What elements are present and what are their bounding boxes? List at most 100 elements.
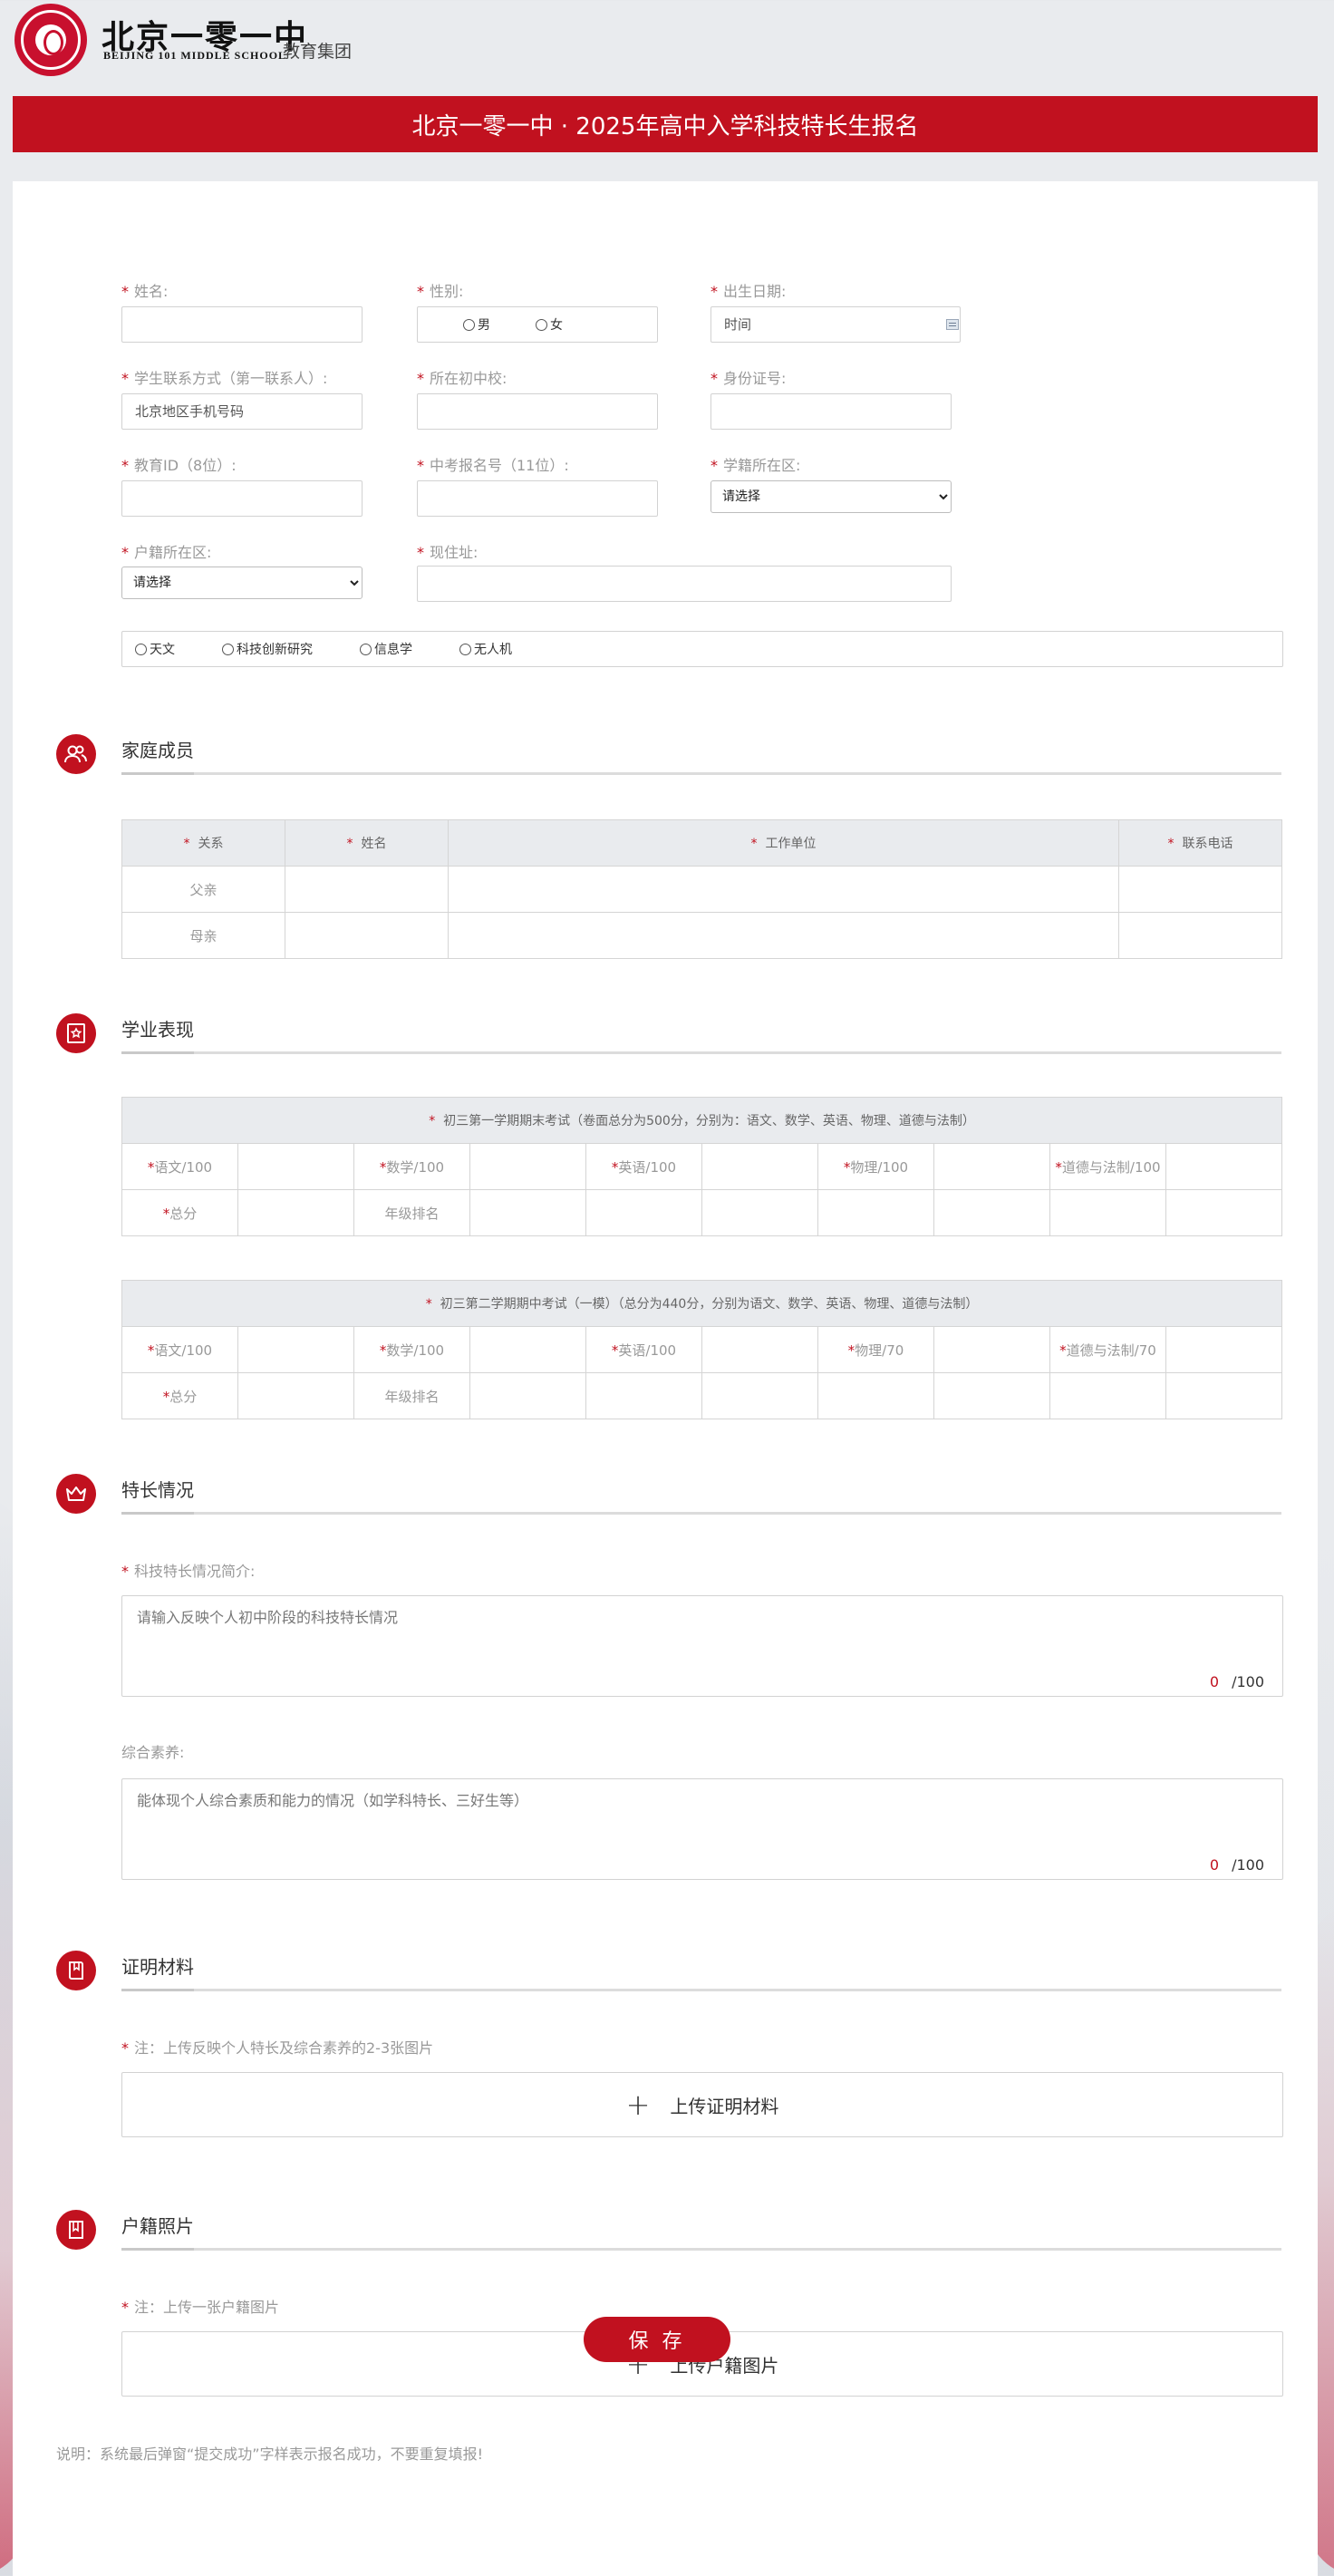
exam-number-label: * 中考报名号（11位）:	[417, 457, 569, 474]
exam2-total-label: *总分	[121, 1372, 238, 1419]
exam2-table: * 初三第二学期期中考试（一模）（总分为440分，分别为语文、数学、英语、物理、…	[121, 1280, 1283, 1419]
family-header-name: * 姓名	[285, 819, 449, 867]
family-table-header: * 关系 * 姓名 * 工作单位 * 联系电话	[121, 819, 1282, 867]
academic-section-divider	[121, 1051, 1281, 1054]
household-section-title: 户籍照片	[121, 2215, 194, 2237]
phone-input[interactable]	[121, 393, 362, 430]
footer-note: 说明：系统最后弹窗“提交成功”字样表示报名成功，不要重复填报!	[56, 2445, 483, 2463]
family-mother-work-cell[interactable]	[448, 912, 1119, 959]
table-row: *总分 年级排名	[121, 1372, 1283, 1419]
family-father-work-cell[interactable]	[448, 866, 1119, 913]
exam-number-input[interactable]	[417, 480, 658, 517]
family-section-title: 家庭成员	[121, 740, 194, 761]
quality-counter: 0/100	[1209, 1856, 1264, 1874]
plus-icon: +	[625, 2087, 651, 2122]
exam1-subject-morality: *道德与法制/100	[1049, 1143, 1166, 1190]
upload-proof-label: 上传证明材料	[670, 2095, 779, 2117]
family-header-relation: * 关系	[121, 819, 285, 867]
family-header-phone: * 联系电话	[1118, 819, 1282, 867]
exam1-physics-score[interactable]	[933, 1143, 1050, 1190]
table-row: *总分 年级排名	[121, 1189, 1283, 1236]
family-father-phone-cell[interactable]	[1118, 866, 1282, 913]
household-district-label: * 户籍所在区:	[121, 544, 212, 561]
family-father-name-cell[interactable]	[285, 866, 449, 913]
school-input[interactable]	[417, 393, 658, 430]
exam2-subject-math: *数学/100	[353, 1326, 470, 1373]
exam2-subject-physics: *物理/70	[817, 1326, 934, 1373]
address-input[interactable]	[417, 566, 952, 602]
family-relation-father: 父亲	[121, 866, 285, 913]
exam2-chinese-score[interactable]	[237, 1326, 354, 1373]
exam1-table: * 初三第一学期期末考试（卷面总分为500分，分别为：语文、数学、英语、物理、道…	[121, 1097, 1283, 1236]
gender-label: * 性别:	[417, 283, 464, 300]
edu-id-input[interactable]	[121, 480, 362, 517]
talent-section-divider	[121, 1512, 1281, 1515]
exam1-subject-english: *英语/100	[585, 1143, 702, 1190]
birth-date-input[interactable]	[710, 306, 961, 343]
top-header: 北京一零一中 BEIJING 101 MIDDLE SCHOOL 教育集团	[0, 0, 1334, 94]
interest-radio-group: 天文 科技创新研究 信息学 无人机	[121, 631, 1283, 667]
family-mother-name-cell[interactable]	[285, 912, 449, 959]
exam2-physics-score[interactable]	[933, 1326, 1050, 1373]
exam2-math-score[interactable]	[469, 1326, 586, 1373]
quality-placeholder: 能体现个人综合素质和能力的情况（如学科特长、三好生等）	[137, 1792, 529, 1809]
family-relation-mother: 母亲	[121, 912, 285, 959]
family-mother-phone-cell[interactable]	[1118, 912, 1282, 959]
gender-radio-male[interactable]: 男	[463, 315, 490, 334]
exam1-total-score[interactable]	[237, 1189, 354, 1236]
exam2-morality-score[interactable]	[1165, 1326, 1283, 1373]
logo-group-text: 教育集团	[283, 42, 353, 62]
enroll-district-label: * 学籍所在区:	[710, 457, 801, 474]
name-input[interactable]	[121, 306, 362, 343]
exam1-total-label: *总分	[121, 1189, 238, 1236]
family-table: * 关系 * 姓名 * 工作单位 * 联系电话 父亲 母亲	[121, 819, 1282, 959]
quality-textarea[interactable]: 能体现个人综合素质和能力的情况（如学科特长、三好生等） 0/100	[121, 1778, 1283, 1880]
table-row: *语文/100 *数学/100 *英语/100 *物理/70 *道德与法制/70	[121, 1326, 1283, 1373]
table-row: 母亲	[121, 912, 1282, 959]
exam2-subject-morality: *道德与法制/70	[1049, 1326, 1166, 1373]
table-row: 父亲	[121, 866, 1282, 913]
exam1-english-score[interactable]	[701, 1143, 818, 1190]
interest-radio-innovation[interactable]: 科技创新研究	[222, 640, 313, 658]
exam1-chinese-score[interactable]	[237, 1143, 354, 1190]
crown-icon	[56, 1474, 96, 1514]
exam1-subject-physics: *物理/100	[817, 1143, 934, 1190]
upload-proof-button[interactable]: + 上传证明材料	[121, 2072, 1283, 2137]
save-button[interactable]: 保 存	[584, 2317, 730, 2362]
address-label: * 现住址:	[417, 544, 478, 561]
exam2-rank-value[interactable]	[469, 1372, 586, 1419]
exam2-total-score[interactable]	[237, 1372, 354, 1419]
radio-circle-icon	[135, 643, 147, 655]
gender-radio-female[interactable]: 女	[536, 315, 563, 334]
registration-form: *姓名: *性别: 男 女 *出生日期: *学生联系方式（第一联系人）: *所在…	[13, 181, 1318, 2576]
radio-circle-icon	[222, 643, 234, 655]
page-title: 北京一零一中 · 2025年高中入学科技特长生报名	[13, 96, 1318, 152]
household-district-select[interactable]: 请选择	[121, 567, 362, 599]
id-number-input[interactable]	[710, 393, 952, 430]
exam1-math-score[interactable]	[469, 1143, 586, 1190]
interest-radio-informatics[interactable]: 信息学	[360, 640, 412, 658]
exam1-caption: * 初三第一学期期末考试（卷面总分为500分，分别为：语文、数学、英语、物理、道…	[121, 1097, 1283, 1144]
phone-label: * 学生联系方式（第一联系人）:	[121, 370, 328, 387]
proof-section-title: 证明材料	[121, 1956, 194, 1978]
academic-section-title: 学业表现	[121, 1019, 194, 1041]
talent-intro-label: * 科技特长情况简介:	[121, 1563, 256, 1580]
exam1-morality-score[interactable]	[1165, 1143, 1283, 1190]
exam1-rank-value[interactable]	[469, 1189, 586, 1236]
id-number-label: * 身份证号:	[710, 370, 787, 387]
interest-radio-drone[interactable]: 无人机	[459, 640, 512, 658]
booklet-icon	[56, 2210, 96, 2250]
family-section-divider	[121, 772, 1281, 775]
people-icon	[56, 734, 96, 774]
talent-intro-textarea[interactable]: 请输入反映个人初中阶段的科技特长情况 0/100	[121, 1595, 1283, 1697]
family-header-work: * 工作单位	[448, 819, 1119, 867]
gender-radio-group: 男 女	[417, 306, 658, 343]
interest-radio-astronomy[interactable]: 天文	[135, 640, 175, 658]
exam2-subject-chinese: *语文/100	[121, 1326, 238, 1373]
certificate-icon	[56, 1013, 96, 1053]
name-label: * 姓名:	[121, 283, 169, 300]
exam2-english-score[interactable]	[701, 1326, 818, 1373]
calendar-icon[interactable]	[946, 319, 959, 330]
edu-id-label: * 教育ID（8位）:	[121, 457, 237, 474]
enroll-district-select[interactable]: 请选择	[710, 480, 952, 513]
